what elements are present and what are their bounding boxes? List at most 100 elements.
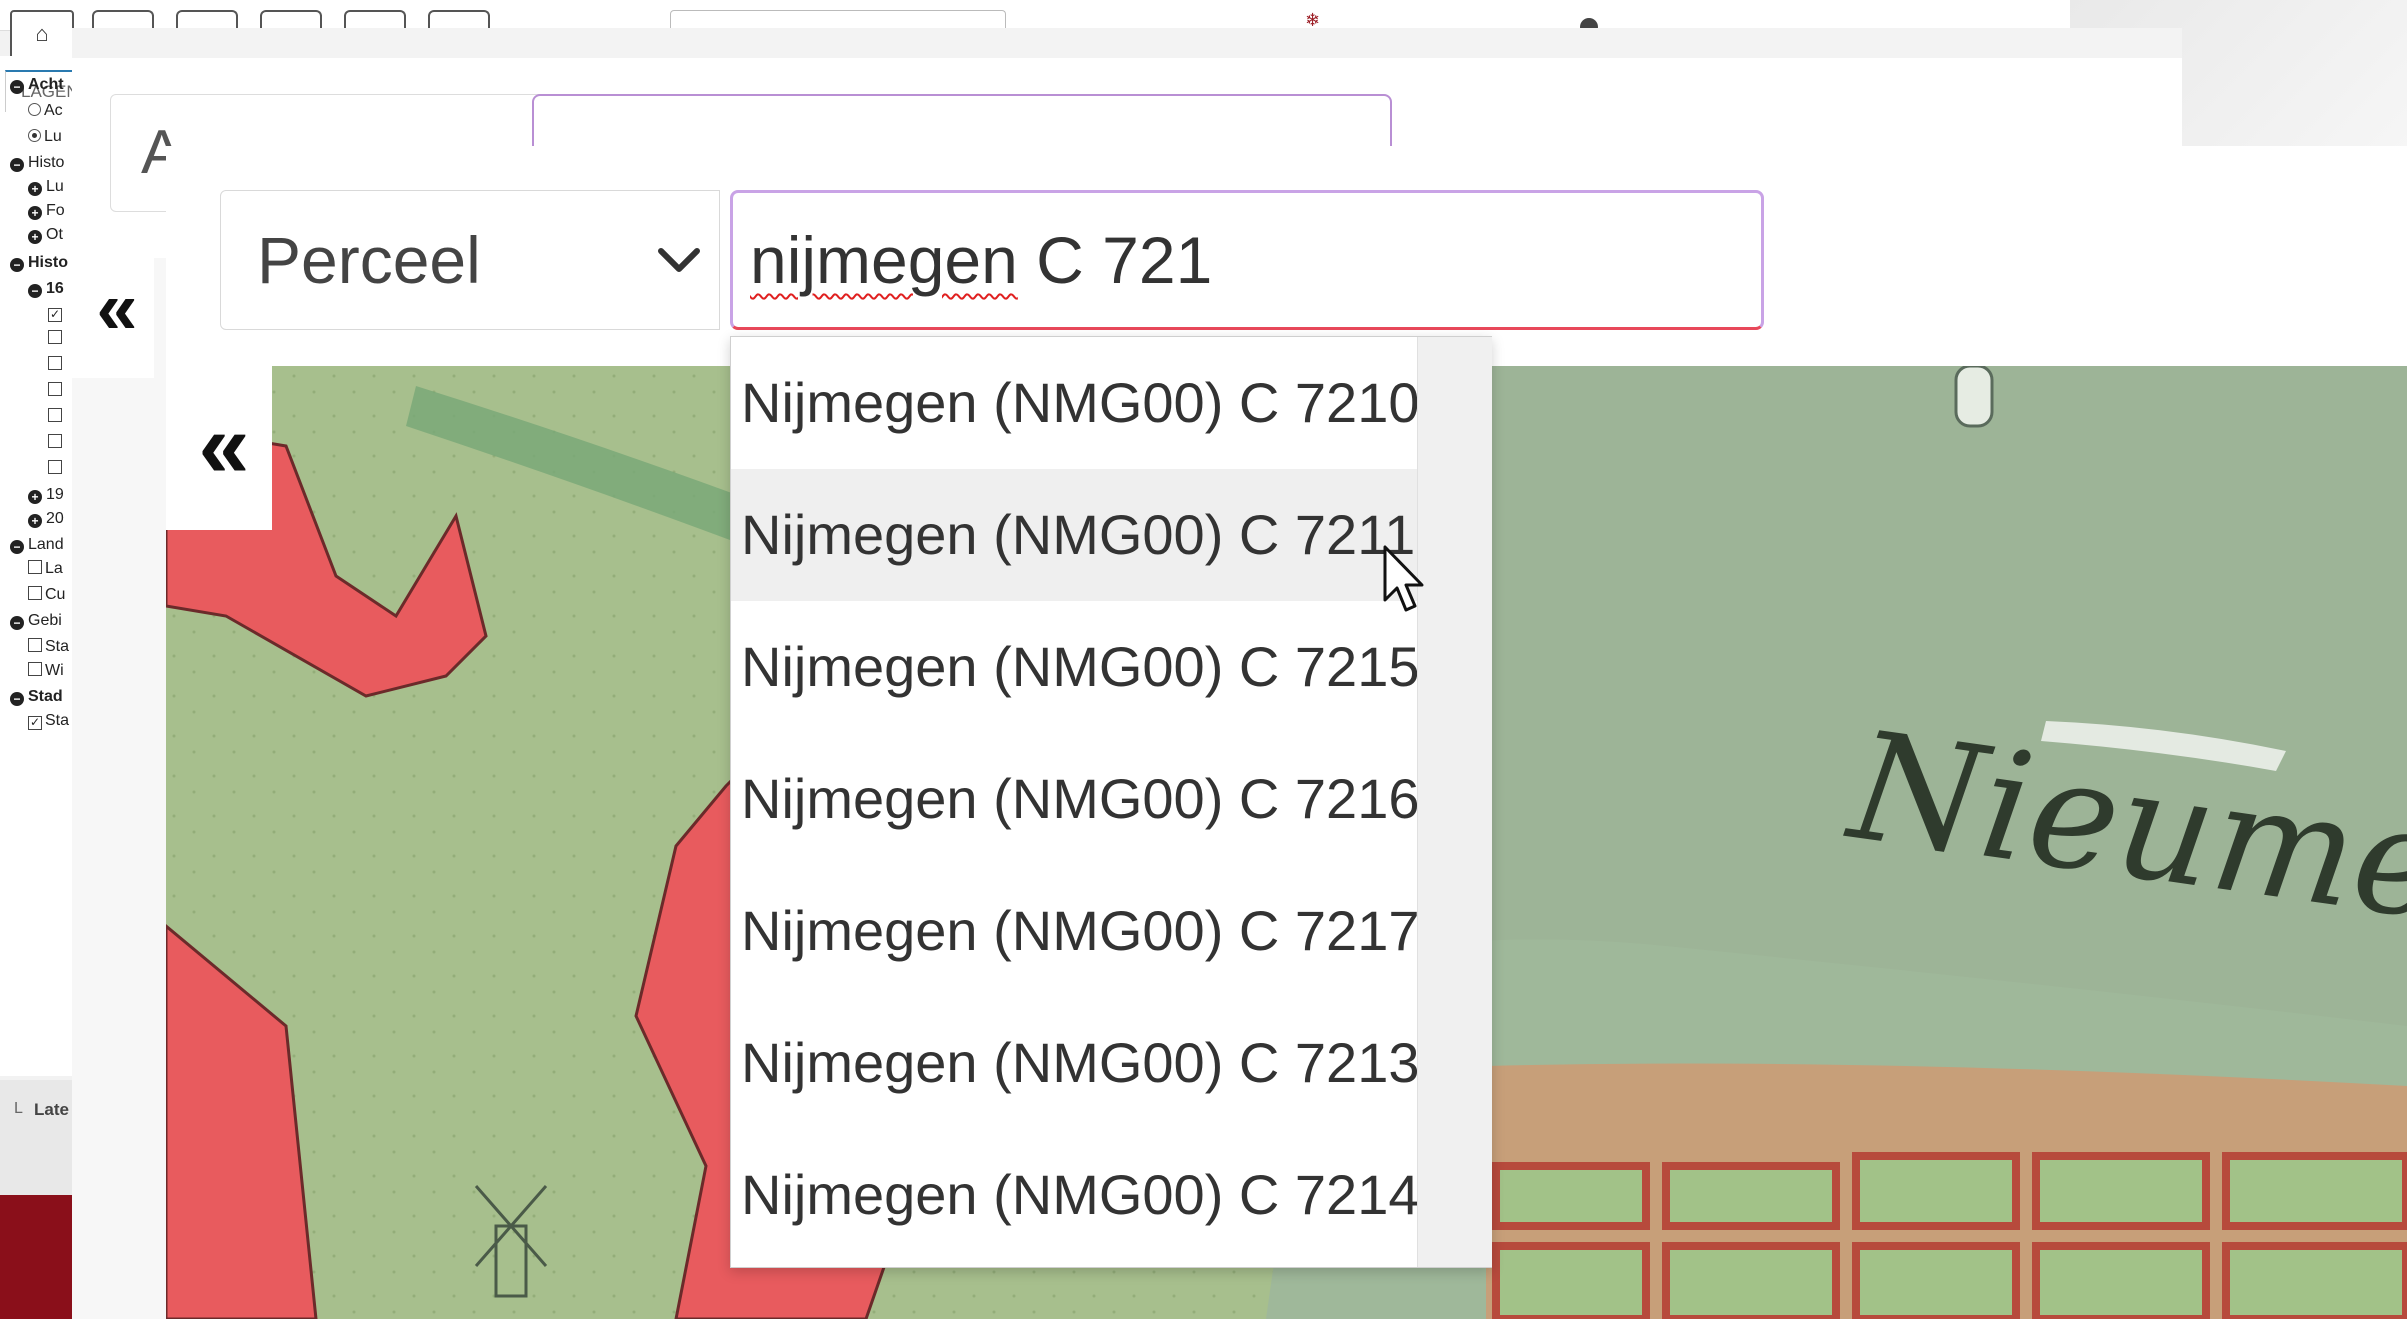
layer-checkbox[interactable] [48,434,62,448]
layer-tree-label: Wi [45,662,64,679]
layer-tree-item[interactable] [48,352,65,378]
layer-tree-item[interactable]: + Lu [28,174,64,200]
autocomplete-item[interactable]: Nijmegen (NMG00) C 7217 [731,865,1419,997]
layer-tree-item[interactable]: +19 [28,482,64,508]
autocomplete-item[interactable]: Nijmegen (NMG00) C 7214 [731,1129,1419,1261]
home-button[interactable]: ⌂ [10,10,74,60]
double-chevron-left-icon: « [198,395,249,497]
layer-tree-label: Ac [44,102,63,119]
parcel-search-input[interactable] [730,190,1764,330]
autocomplete-item[interactable]: Nijmegen (NMG00) C 7215 [731,601,1419,733]
layer-tree-label: Histo [28,254,68,271]
layer-tree-item[interactable]: − Gebi [10,608,62,634]
layer-tree-item[interactable]: Lu [28,124,62,150]
expand-icon[interactable]: + [28,490,42,504]
layer-checkbox[interactable] [48,356,62,370]
layer-tree-item[interactable]: − Stad [10,684,63,710]
footer-letter: L [14,1100,23,1117]
layer-checkbox[interactable] [48,460,62,474]
home-icon: ⌂ [35,21,49,46]
autocomplete-item[interactable]: Nijmegen (NMG00) C 7216 [731,733,1419,865]
layer-tree-label: Land [28,536,64,553]
autocomplete-item[interactable]: Nijmegen (NMG00) C 7213 [731,997,1419,1129]
layer-tree-item[interactable]: − Acht [10,72,64,98]
layer-tree-item[interactable] [48,456,65,482]
chevron-down-icon [658,248,700,272]
middle-collapse-button[interactable]: « [72,238,154,378]
layer-tree-item[interactable]: + Ot [28,222,63,248]
autocomplete-list: Nijmegen (NMG00) C 7210 Nijmegen (NMG00)… [731,337,1419,1267]
collapse-icon[interactable]: − [10,692,24,706]
double-chevron-left-icon: « [96,266,137,349]
layer-tree-item[interactable] [48,404,65,430]
layer-type-value: Perceel [257,223,481,297]
collapse-icon[interactable]: − [10,540,24,554]
layer-tree-label: Histo [28,154,65,171]
layers-sidebar: LAGEN − Acht Ac Lu − Histo + Lu + Fo + Ot − Histo −16 ✓… [0,56,73,1076]
autocomplete-dropdown: Nijmegen (NMG00) C 7210 Nijmegen (NMG00)… [730,336,1492,1268]
layer-checkbox[interactable] [28,638,42,652]
layer-checkbox[interactable] [28,560,42,574]
layer-type-select[interactable]: Perceel [220,190,720,330]
layer-tree-label: Cu [45,586,66,603]
collapse-icon[interactable]: − [10,80,24,94]
logo-icon: ❄ [1305,10,1321,30]
layer-tree-label: Ot [46,226,63,243]
layer-tree-item[interactable]: Cu [28,582,65,608]
layer-checkbox[interactable] [48,382,62,396]
layer-tree-label: 16 [46,280,64,297]
layer-tree-item[interactable]: +20 [28,506,64,532]
layer-tree-label: La [45,560,63,577]
layer-tree-label: Stad [28,688,63,705]
layer-tree-item[interactable]: Sta [28,634,69,660]
expand-icon[interactable]: + [28,182,42,196]
autocomplete-item[interactable]: Nijmegen (NMG00) C 7210 [731,337,1419,469]
collapse-icon[interactable]: − [10,158,24,172]
layer-tree-item[interactable]: − Land [10,532,64,558]
footer-label[interactable]: Late [34,1100,69,1120]
layer-tree-item[interactable]: + Fo [28,198,65,224]
layer-radio[interactable] [28,129,41,142]
collapse-icon[interactable]: − [10,258,24,272]
expand-icon[interactable]: + [28,514,42,528]
layer-tree-item[interactable]: − Histo [10,150,64,176]
layer-tree-item[interactable]: ✓ Sta [28,708,69,734]
collapse-icon[interactable]: − [28,284,42,298]
layer-tree-label: Acht [28,76,64,93]
layer-tree-item[interactable] [48,326,65,352]
layer-tree-item[interactable] [48,430,65,456]
map-structure-1 [1954,366,1994,428]
layer-tree-item[interactable]: −16 [28,276,64,302]
layer-radio[interactable] [28,103,41,116]
layer-checkbox[interactable] [48,330,62,344]
layer-tree-label: Sta [45,638,70,655]
layer-checkbox[interactable] [48,408,62,422]
layer-checkbox[interactable] [28,586,42,600]
autocomplete-item-hovered[interactable]: Nijmegen (NMG00) C 7211 [731,469,1417,601]
layer-tree-item[interactable]: ✓ [48,300,65,326]
collapse-icon[interactable]: − [10,616,24,630]
layer-tree-label: 20 [46,510,64,527]
layer-tree-label: Lu [46,178,64,195]
layer-tree-label: 19 [46,486,64,503]
layer-tree-label: Lu [44,128,62,145]
layer-checkbox[interactable]: ✓ [28,716,42,730]
layer-tree-label: Sta [45,712,70,729]
layer-tree-label: Fo [46,202,65,219]
front-app-window: Perceel nijmegen C 721 Nieume « Nijmegen… [166,146,2407,1319]
layer-checkbox[interactable]: ✓ [48,308,62,322]
middle-window-topbar [72,28,2182,58]
collapse-panel-button[interactable]: « [166,366,272,530]
layer-tree-item[interactable] [48,378,65,404]
layer-tree-item[interactable]: La [28,556,63,582]
expand-icon[interactable]: + [28,206,42,220]
layer-tree-item[interactable]: − Histo [10,250,68,276]
expand-icon[interactable]: + [28,230,42,244]
layer-tree-item[interactable]: Wi [28,658,64,684]
layer-checkbox[interactable] [28,662,42,676]
layer-tree-item[interactable]: Ac [28,98,63,124]
sidebar-footer: L Late [0,1080,72,1195]
autocomplete-scrollbar[interactable] [1417,337,1492,1267]
taskbar-fragment [0,1195,72,1319]
layer-tree-label: Gebi [28,612,62,629]
